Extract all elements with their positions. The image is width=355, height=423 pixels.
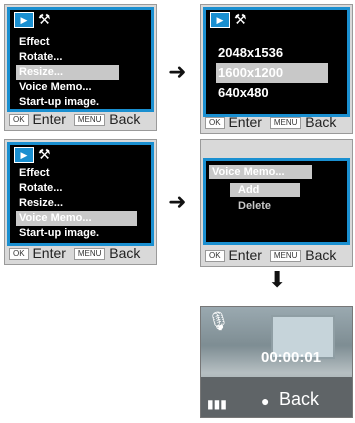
record-dot-icon: ●: [261, 393, 270, 409]
resolution-list: 2048x1536 1600x1200 640x480: [216, 43, 328, 103]
resize-panel: ▶ ⚒ 2048x1536 1600x1200 640x480 OK Enter…: [200, 4, 353, 134]
menu-item-startup-image[interactable]: Start-up image.: [16, 95, 119, 110]
tools-icon[interactable]: ⚒: [38, 11, 51, 27]
ok-key[interactable]: OK: [9, 248, 29, 261]
menu-item-voice-memo[interactable]: Voice Memo...: [16, 80, 119, 95]
voice-memo-title: Voice Memo...: [209, 165, 312, 179]
resolution-option-selected[interactable]: 1600x1200: [216, 63, 328, 83]
enter-label: Enter: [228, 247, 262, 263]
menu-key[interactable]: MENU: [269, 250, 302, 263]
right-arrow-icon: ➜: [168, 190, 187, 215]
ok-key[interactable]: OK: [205, 117, 225, 130]
ok-key[interactable]: OK: [9, 114, 29, 127]
menu-screen-2: ▶ ⚒ Effect Rotate... Resize... Voice Mem…: [7, 142, 154, 246]
back-label: Back: [109, 111, 141, 127]
menu-item-rotate[interactable]: Rotate...: [16, 50, 119, 65]
enter-label: Enter: [32, 111, 66, 127]
menu-panel-1: ▶ ⚒ Effect Rotate... Resize... Voice Mem…: [4, 4, 157, 131]
menu-list: Effect Rotate... Resize... Voice Memo...…: [16, 35, 119, 110]
menu-item-resize[interactable]: Resize...: [16, 65, 119, 80]
enter-label: Enter: [228, 114, 262, 130]
playback-icon[interactable]: ▶: [14, 147, 34, 163]
panel-footer: OK Enter MENU Back: [9, 111, 140, 127]
back-label: Back: [305, 247, 337, 263]
voice-memo-add-option[interactable]: Add: [230, 183, 300, 197]
back-label: Back: [109, 245, 141, 261]
voice-memo-delete-option[interactable]: Delete: [238, 200, 271, 212]
microphone-icon: 🎙: [207, 311, 230, 331]
ok-key[interactable]: OK: [205, 250, 225, 263]
menu-list: Effect Rotate... Resize... Voice Memo...…: [16, 166, 137, 241]
tools-icon[interactable]: ⚒: [234, 11, 247, 27]
playback-icon[interactable]: ▶: [14, 12, 34, 28]
recording-back-label[interactable]: Back: [279, 389, 319, 410]
resize-screen: ▶ ⚒ 2048x1536 1600x1200 640x480: [203, 7, 350, 117]
recording-timer: 00:00:01: [261, 349, 322, 366]
menu-key[interactable]: MENU: [73, 248, 106, 261]
right-arrow-icon: ➜: [168, 60, 187, 85]
tools-icon[interactable]: ⚒: [38, 146, 51, 162]
menu-item-resize[interactable]: Resize...: [16, 196, 137, 211]
playback-icon[interactable]: ▶: [210, 12, 230, 28]
menu-key[interactable]: MENU: [269, 117, 302, 130]
recording-screen: 🎙 00:00:01 ▮▮▮ ● Back: [200, 306, 353, 418]
resolution-option[interactable]: 2048x1536: [216, 43, 328, 63]
panel-footer: OK Enter MENU Back: [205, 114, 336, 130]
panel-footer: OK Enter MENU Back: [9, 245, 140, 261]
menu-item-voice-memo[interactable]: Voice Memo...: [16, 211, 137, 226]
menu-key[interactable]: MENU: [73, 114, 106, 127]
panel-footer: OK Enter MENU Back: [205, 247, 336, 263]
menu-panel-2: ▶ ⚒ Effect Rotate... Resize... Voice Mem…: [4, 139, 157, 265]
menu-item-startup-image[interactable]: Start-up image.: [16, 226, 137, 241]
menu-item-rotate[interactable]: Rotate...: [16, 181, 137, 196]
menu-item-effect[interactable]: Effect: [16, 166, 137, 181]
down-arrow-icon: ⬇: [268, 268, 287, 293]
menu-item-effect[interactable]: Effect: [16, 35, 119, 50]
enter-label: Enter: [32, 245, 66, 261]
back-label: Back: [305, 114, 337, 130]
menu-screen-1: ▶ ⚒ Effect Rotate... Resize... Voice Mem…: [7, 7, 154, 112]
resolution-option[interactable]: 640x480: [216, 83, 328, 103]
voice-memo-panel: Voice Memo... Add Delete OK Enter MENU B…: [200, 139, 353, 267]
voice-memo-screen: Voice Memo... Add Delete: [203, 158, 350, 245]
battery-icon: ▮▮▮: [207, 397, 227, 411]
